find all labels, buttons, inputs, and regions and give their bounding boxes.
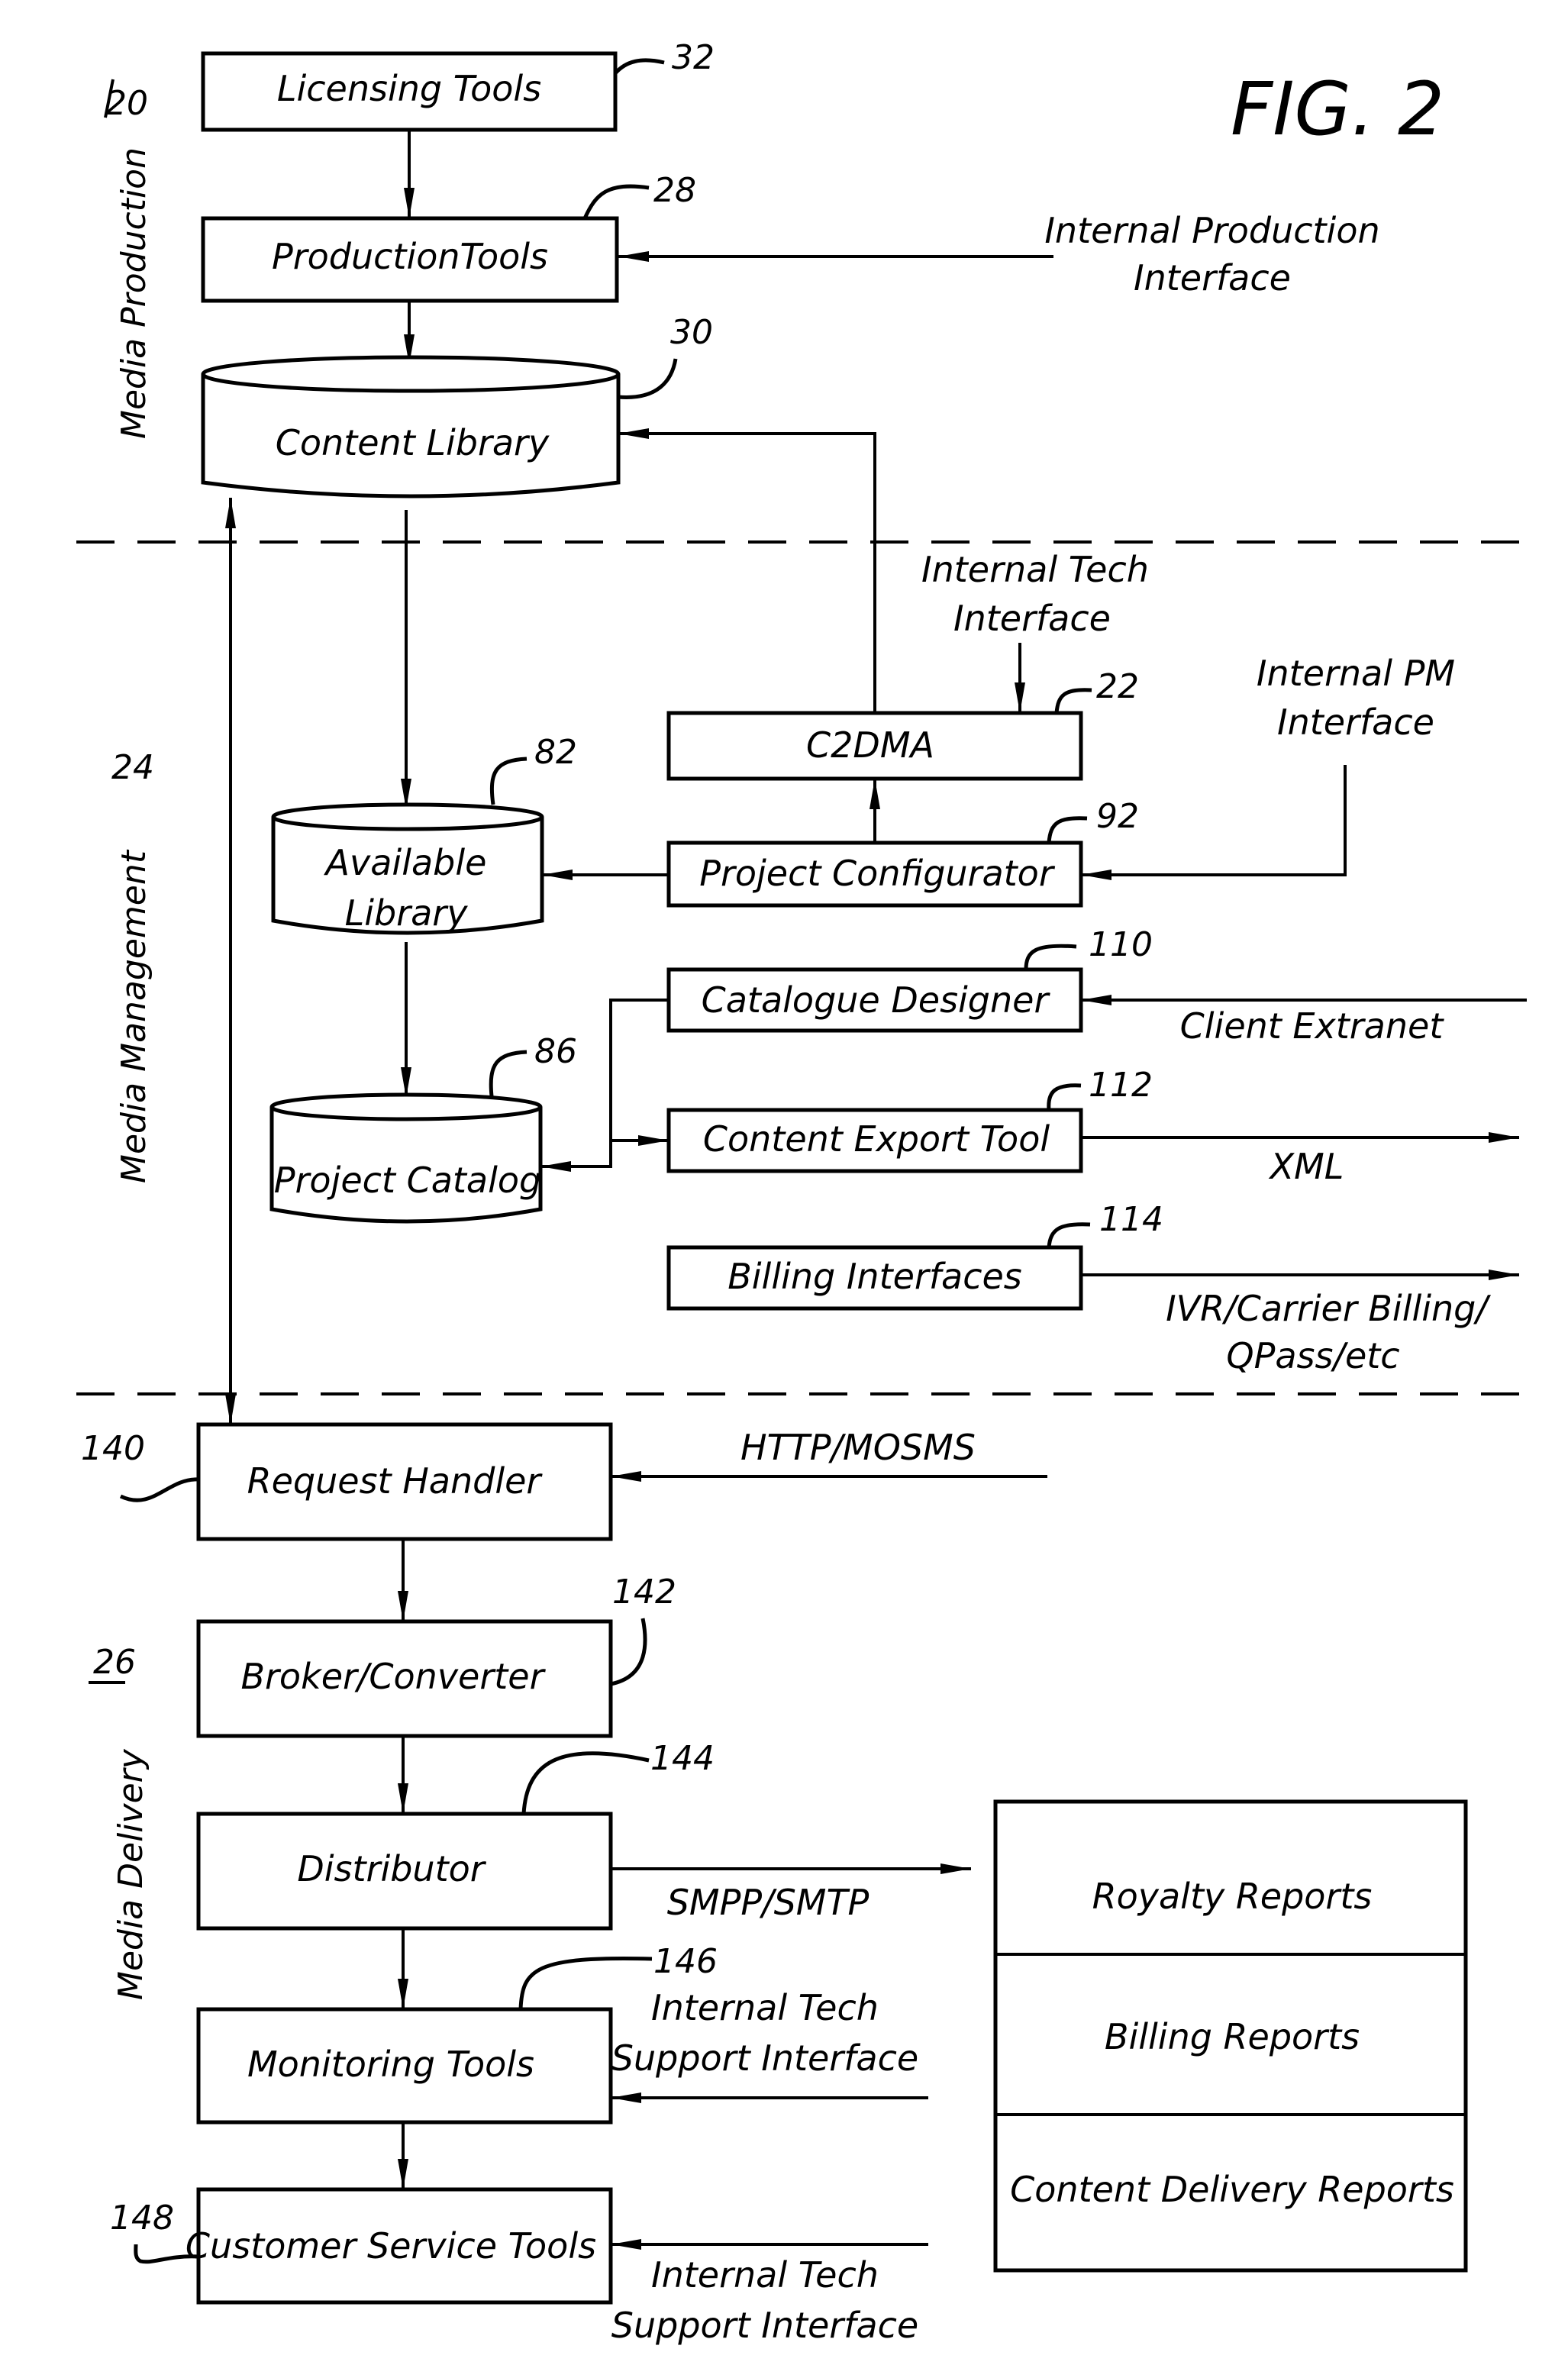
ref-number-86: 86: [534, 1032, 577, 1071]
ref-number-82: 82: [534, 733, 577, 772]
ext-label-http-mosms: HTTP/MOSMS: [740, 1427, 976, 1468]
node-label: ProductionTools: [272, 236, 548, 277]
ref-leader: [489, 1050, 528, 1097]
ref-number-110: 110: [1089, 925, 1153, 964]
node-licensing-tools: Licensing Tools: [201, 51, 618, 132]
node-c2dma: C2DMA: [666, 711, 1083, 781]
ref-leader: [1047, 816, 1088, 844]
ref-number-142: 142: [612, 1573, 676, 1612]
section-label-media-delivery: Media Delivery: [111, 1748, 150, 2000]
ref-leader: [582, 184, 650, 220]
ref-leader: [489, 757, 528, 805]
node-distributor: Distributor: [196, 1812, 613, 1931]
node-label-line1: Available: [324, 842, 487, 883]
ext-label-internal-pm-1: Internal PM: [1257, 653, 1455, 694]
ref-leader: [119, 1477, 199, 1502]
node-catalogue-designer: Catalogue Designer: [666, 967, 1083, 1033]
node-label: C2DMA: [806, 724, 934, 766]
ref-leader: [521, 1751, 650, 1815]
node-label: Distributor: [297, 1848, 486, 1889]
node-label: Catalogue Designer: [702, 979, 1051, 1021]
node-project-catalog: Project Catalog: [269, 1092, 543, 1224]
ext-label-billing-out-2: QPass/etc: [1226, 1335, 1399, 1376]
edge-c2dma-to-content-library: [618, 428, 876, 713]
block-diagram: FIG. 2 Media Production 20 Media Managem…: [76, 38, 1527, 2346]
figure-title: FIG. 2: [1231, 66, 1444, 152]
node-production-tools: ProductionTools: [201, 216, 619, 303]
node-label: Broker/Converter: [240, 1656, 546, 1697]
ref-number-114: 114: [1099, 1200, 1163, 1239]
ext-label-smpp-smtp: SMPP/SMTP: [667, 1882, 869, 1923]
node-label: Project Configurator: [699, 853, 1056, 894]
section-label-media-production: Media Production: [115, 147, 153, 439]
ext-label-internal-production-1: Internal Production: [1044, 210, 1379, 251]
ref-leader: [1047, 1083, 1082, 1111]
ref-leader: [618, 358, 678, 399]
node-customer-service-tools: Customer Service Tools: [186, 2187, 613, 2305]
ref-number-144: 144: [650, 1739, 715, 1778]
section-ref-26: 26: [93, 1643, 136, 1682]
ext-label-internal-tech-1: Internal Tech: [921, 549, 1149, 590]
ext-label-billing-out-1: IVR/Carrier Billing/: [1166, 1288, 1491, 1329]
node-content-export-tool: Content Export Tool: [666, 1108, 1083, 1173]
ext-label-internal-production-2: Interface: [1134, 257, 1291, 298]
node-content-library: Content Library: [201, 355, 621, 498]
node-label: Project Catalog: [274, 1160, 541, 1201]
ref-number-32: 32: [672, 38, 715, 77]
ref-number-148: 148: [110, 2199, 174, 2238]
report-content-delivery: Content Delivery Reports: [1010, 2169, 1454, 2210]
ref-leader: [1024, 944, 1077, 970]
ext-label-cs-support-1: Internal Tech: [651, 2254, 879, 2296]
node-label: Licensing Tools: [277, 68, 541, 109]
ext-label-internal-pm-2: Interface: [1277, 702, 1434, 743]
section-label-media-management: Media Management: [115, 849, 153, 1183]
section-ref-24: 24: [111, 748, 154, 787]
node-project-configurator: Project Configurator: [666, 840, 1083, 908]
ext-label-internal-tech-2: Interface: [953, 598, 1111, 639]
node-label: Billing Interfaces: [728, 1256, 1022, 1297]
ext-label-client-extranet: Client Extranet: [1180, 1005, 1445, 1047]
ref-leader: [518, 1957, 653, 2010]
node-broker-converter: Broker/Converter: [196, 1619, 613, 1738]
ext-label-monitoring-support-2: Support Interface: [611, 2038, 918, 2079]
ext-label-monitoring-support-1: Internal Tech: [651, 1987, 879, 2028]
ref-number-146: 146: [653, 1942, 718, 1981]
node-label: Customer Service Tools: [186, 2225, 596, 2267]
ext-label-xml: XML: [1269, 1146, 1344, 1187]
node-label: Monitoring Tools: [247, 2044, 534, 2085]
node-billing-interfaces: Billing Interfaces: [666, 1245, 1083, 1311]
ref-leader: [614, 58, 665, 75]
ref-number-28: 28: [653, 171, 696, 210]
node-available-library: Available Library: [271, 802, 544, 935]
node-label: Content Library: [276, 422, 550, 463]
report-royalty: Royalty Reports: [1092, 1876, 1373, 1917]
ref-number-92: 92: [1096, 797, 1139, 836]
node-request-handler: Request Handler: [196, 1422, 613, 1541]
ref-number-140: 140: [81, 1429, 145, 1468]
node-label: Request Handler: [247, 1460, 544, 1502]
node-label: Content Export Tool: [703, 1118, 1050, 1160]
ref-number-112: 112: [1089, 1066, 1153, 1105]
report-billing: Billing Reports: [1105, 2016, 1360, 2057]
node-label-line2: Library: [345, 892, 469, 934]
ref-leader: [1054, 688, 1092, 714]
reports-box: Royalty Reports Billing Reports Content …: [993, 1799, 1468, 2273]
ref-number-30: 30: [670, 313, 713, 352]
ref-leader: [610, 1618, 647, 1686]
ext-label-cs-support-2: Support Interface: [611, 2305, 918, 2346]
ref-number-22: 22: [1096, 667, 1139, 706]
node-monitoring-tools: Monitoring Tools: [196, 2007, 613, 2125]
ref-leader: [1047, 1222, 1091, 1248]
